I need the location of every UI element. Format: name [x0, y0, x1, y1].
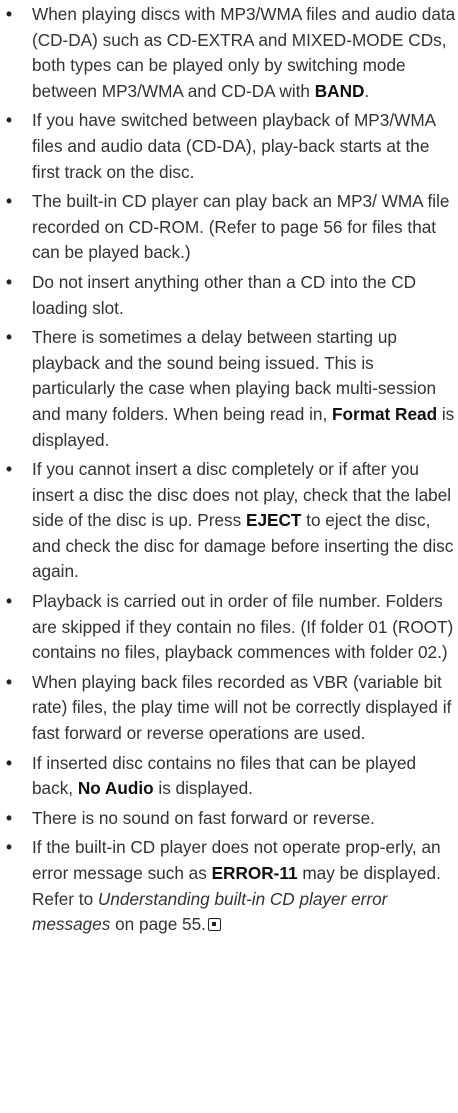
eject-keyword: EJECT — [246, 510, 302, 531]
note-text: When playing back files recorded as VBR … — [32, 671, 452, 744]
list-item: • If inserted disc contains no files tha… — [0, 751, 458, 802]
note-text: on page 55. — [110, 914, 206, 935]
notes-list: • When playing discs with MP3/WMA files … — [0, 2, 458, 938]
error-code-keyword: ERROR-11 — [211, 863, 298, 883]
end-of-section-icon — [207, 918, 221, 932]
list-item: • Playback is carried out in order of fi… — [0, 589, 458, 666]
bullet-icon: • — [6, 671, 13, 692]
bullet-icon: • — [6, 459, 13, 480]
bullet-icon: • — [6, 752, 13, 773]
bullet-icon: • — [6, 591, 13, 612]
note-text: The built-in CD player can play back an … — [32, 191, 450, 263]
band-keyword: BAND — [314, 80, 365, 101]
list-item: • If you have switched between playback … — [0, 108, 458, 185]
format-read-keyword: Format Read — [332, 403, 438, 424]
note-text: is displayed. — [153, 778, 253, 799]
bullet-icon: • — [6, 4, 13, 24]
list-item: • There is no sound on fast forward or r… — [0, 806, 458, 832]
note-text: . — [364, 80, 370, 101]
note-text: Do not insert anything other than a CD i… — [32, 271, 417, 318]
bullet-icon: • — [6, 271, 13, 292]
bullet-icon: • — [6, 327, 13, 348]
list-item: • When playing discs with MP3/WMA files … — [0, 2, 458, 104]
note-text: When playing discs with MP3/WMA files an… — [32, 4, 456, 101]
list-item: • Do not insert anything other than a CD… — [0, 270, 458, 321]
list-item: • If you cannot insert a disc completely… — [0, 457, 458, 585]
bullet-icon: • — [6, 837, 13, 858]
note-text: There is no sound on fast forward or rev… — [32, 807, 375, 828]
bullet-icon: • — [6, 110, 13, 131]
list-item: • The built-in CD player can play back a… — [0, 189, 458, 266]
list-item: • When playing back files recorded as VB… — [0, 670, 458, 747]
list-item: • If the built-in CD player does not ope… — [0, 835, 458, 937]
note-text: If you have switched between playback of… — [32, 110, 436, 182]
bullet-icon: • — [6, 191, 13, 212]
document-page: • When playing discs with MP3/WMA files … — [0, 2, 458, 942]
note-text: Playback is carried out in order of file… — [32, 591, 454, 663]
bullet-icon: • — [6, 807, 13, 828]
list-item: • There is sometimes a delay between sta… — [0, 325, 458, 453]
no-audio-keyword: No Audio — [77, 778, 154, 799]
